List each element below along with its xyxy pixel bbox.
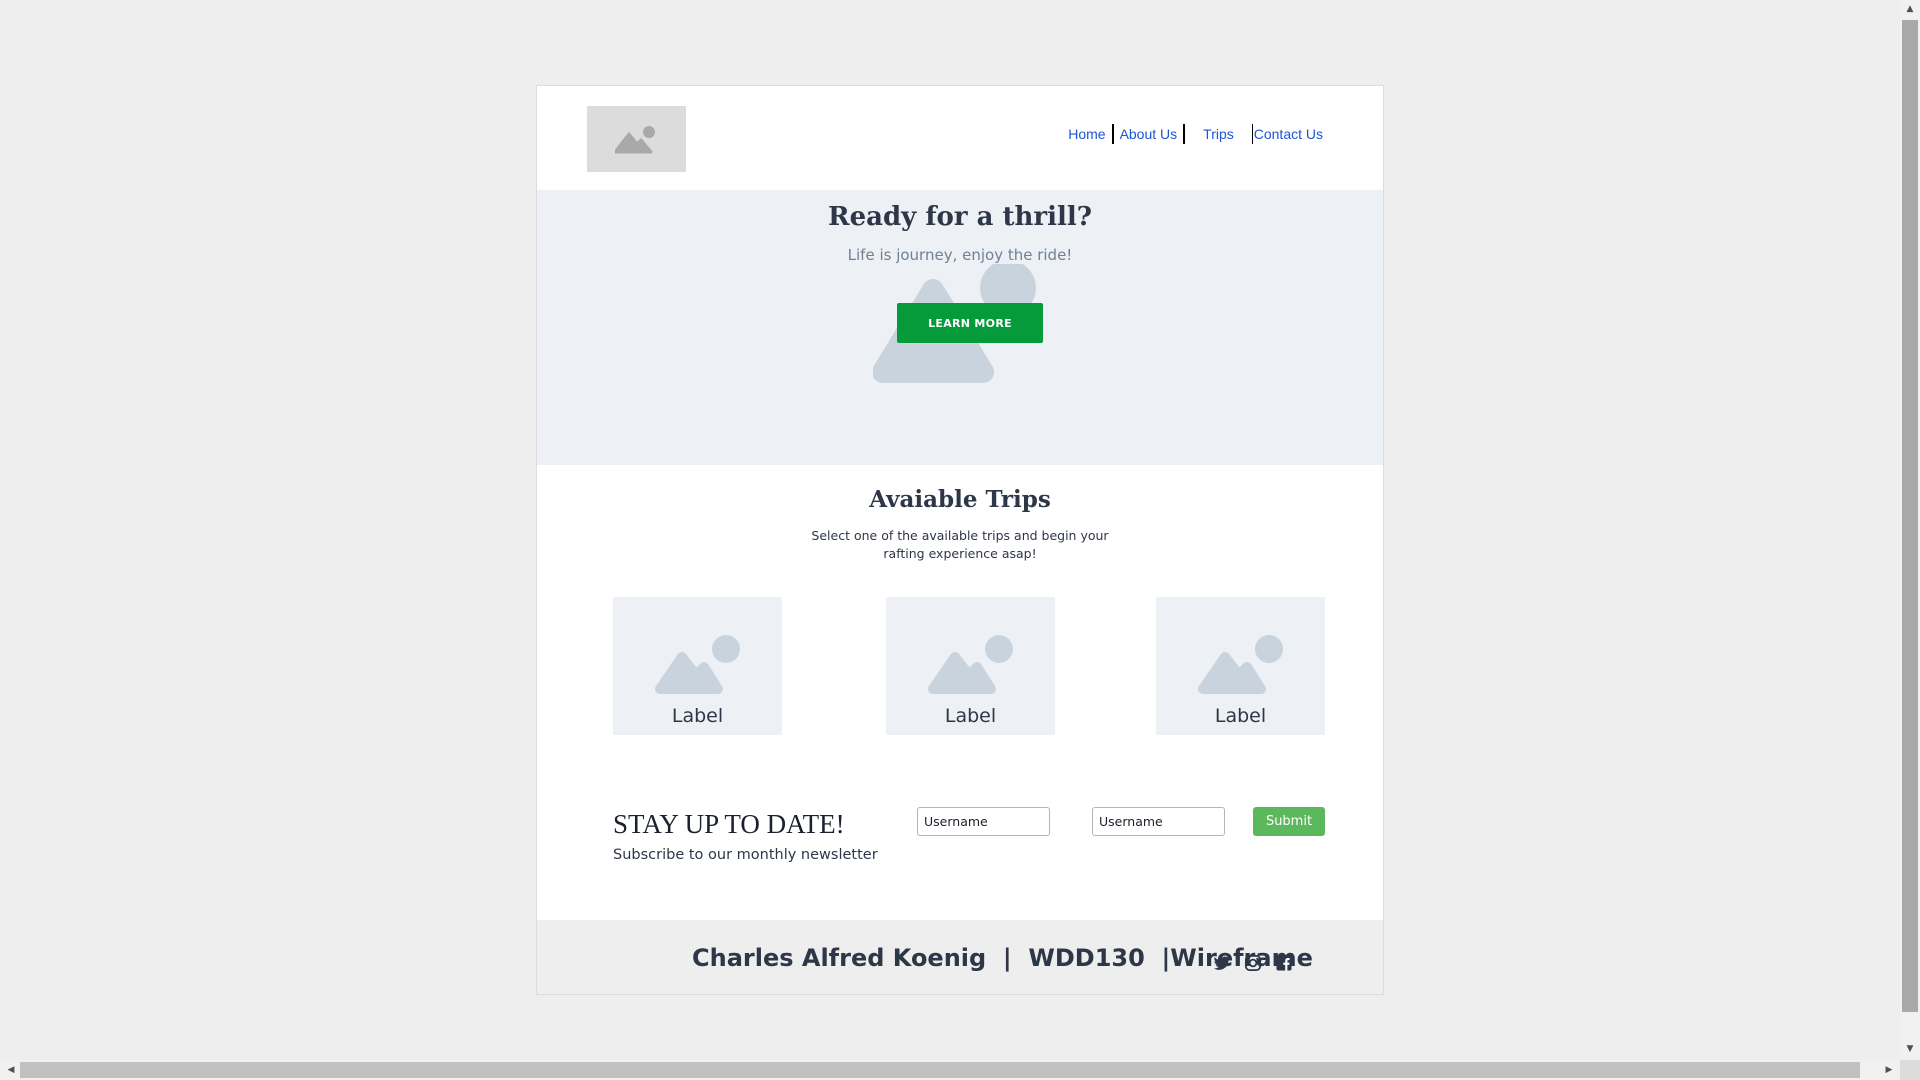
hero-subtitle: Life is journey, enjoy the ride!	[847, 246, 1073, 264]
twitter-icon[interactable]	[1213, 954, 1231, 972]
main-nav: Home About Us Trips Contact Us	[1062, 124, 1323, 144]
horizontal-scrollbar[interactable]: ◀ ▶	[0, 1060, 1900, 1080]
trip-card-label: Label	[671, 705, 724, 727]
instagram-icon[interactable]	[1244, 954, 1262, 972]
trips-title: Avaiable Trips	[869, 486, 1051, 513]
username-input-2[interactable]	[1092, 807, 1225, 836]
image-placeholder-icon	[655, 635, 740, 694]
facebook-icon[interactable]	[1275, 954, 1293, 972]
nav-about-link[interactable]: About Us	[1114, 125, 1184, 143]
wireframe-page: Home About Us Trips Contact Us Ready for…	[536, 85, 1384, 995]
newsletter-subtitle: Subscribe to our monthly newsletter	[613, 847, 878, 863]
trip-card-label: Label	[944, 705, 997, 727]
scroll-left-arrow-icon[interactable]: ◀	[2, 1060, 20, 1080]
browser-viewport: Home About Us Trips Contact Us Ready for…	[0, 0, 1900, 1060]
scrollbar-corner	[1900, 1060, 1920, 1080]
image-placeholder-icon	[615, 126, 655, 154]
trip-card[interactable]: Label	[886, 597, 1055, 735]
image-placeholder-icon	[928, 635, 1013, 694]
site-footer: Charles Alfred Koenig | WDD130 |Wirefram…	[537, 920, 1383, 994]
scroll-down-arrow-icon[interactable]: ▼	[1900, 1040, 1920, 1058]
trip-card-label: Label	[1214, 705, 1267, 727]
hero-section: Ready for a thrill? Life is journey, enj…	[537, 190, 1383, 465]
scroll-up-arrow-icon[interactable]: ▲	[1900, 0, 1920, 18]
horizontal-scroll-thumb[interactable]	[20, 1062, 1860, 1078]
nav-trips-link[interactable]: Trips	[1185, 125, 1252, 143]
nav-contact-link[interactable]: Contact Us	[1253, 125, 1323, 143]
nav-home-link[interactable]: Home	[1062, 125, 1111, 143]
site-header: Home About Us Trips Contact Us	[537, 86, 1383, 190]
logo-placeholder[interactable]	[587, 106, 686, 172]
submit-button[interactable]: Submit	[1253, 807, 1325, 836]
scroll-right-arrow-icon[interactable]: ▶	[1880, 1060, 1898, 1080]
trip-card[interactable]: Label	[613, 597, 782, 735]
hero-title: Ready for a thrill?	[828, 202, 1092, 232]
trip-card[interactable]: Label	[1156, 597, 1325, 735]
trips-subtitle: Select one of the available trips and be…	[811, 528, 1109, 561]
learn-more-button[interactable]: LEARN MORE	[897, 303, 1043, 343]
vertical-scroll-thumb[interactable]	[1902, 20, 1918, 1012]
image-placeholder-icon	[1198, 635, 1283, 694]
username-input[interactable]	[917, 807, 1050, 836]
vertical-scrollbar[interactable]: ▲ ▼	[1900, 0, 1920, 1060]
newsletter-title: STAY UP TO DATE!	[613, 809, 845, 839]
